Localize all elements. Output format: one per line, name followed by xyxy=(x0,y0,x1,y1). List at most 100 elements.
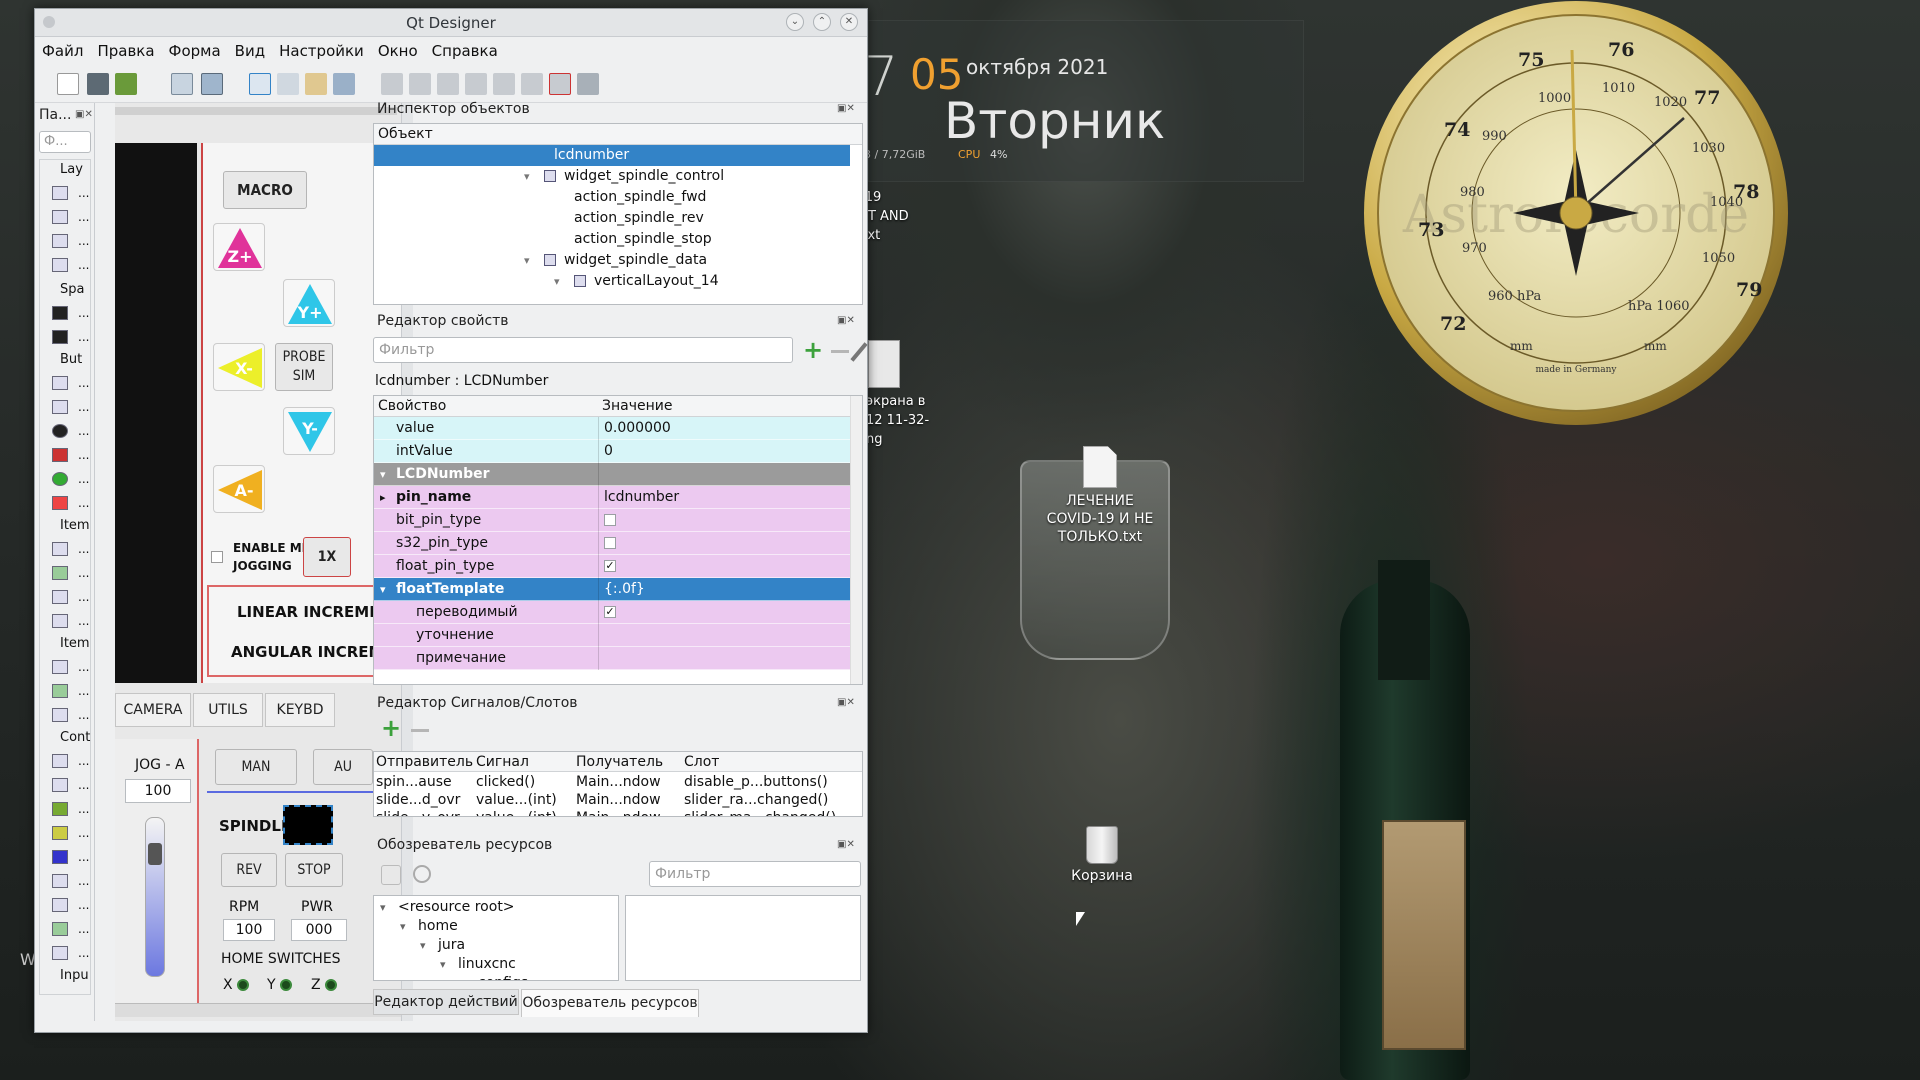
mdi-area-icon[interactable] xyxy=(52,922,68,936)
menu-settings[interactable]: Настройки xyxy=(272,38,371,60)
desktop-trash[interactable]: Корзина xyxy=(1027,826,1177,884)
add-connection-icon[interactable]: + xyxy=(381,716,401,740)
edit-tab-order-icon[interactable] xyxy=(333,73,355,95)
widget-box-list[interactable]: Lay ... ... ... ... Spa ... ... But ... … xyxy=(39,159,91,995)
property-row[interactable]: уточнение xyxy=(374,624,850,647)
property-row[interactable]: примечание xyxy=(374,647,850,670)
property-value[interactable]: 0.000000 xyxy=(604,417,671,440)
vertical-spacer-icon[interactable] xyxy=(52,330,68,344)
collapsed-arrow-icon[interactable]: ▸ xyxy=(380,486,386,509)
vertical-layout-icon[interactable] xyxy=(52,186,68,200)
configure-property-icon[interactable] xyxy=(850,342,868,362)
section-input-widgets[interactable]: Inpu xyxy=(60,968,89,983)
object-tree-row[interactable]: lcdnumber xyxy=(374,145,850,166)
property-row[interactable]: value 0.000000 xyxy=(374,417,850,440)
form-hscrollbar[interactable] xyxy=(115,1003,401,1017)
menu-form[interactable]: Форма xyxy=(162,38,228,60)
auto-mode-button[interactable]: AU xyxy=(313,749,373,785)
adjust-size-icon[interactable] xyxy=(577,73,599,95)
object-inspector-tree[interactable]: Объект lcdnumber ▾ widget_spindle_control a… xyxy=(373,123,863,305)
resource-tree-row[interactable]: ▾ <resource root> xyxy=(374,898,604,917)
resource-tree-row[interactable]: ▾ jura xyxy=(374,936,604,955)
property-vscrollbar[interactable] xyxy=(850,396,862,684)
probe-sim-button[interactable]: PROBE SIM xyxy=(275,343,333,391)
menu-file[interactable]: Файл xyxy=(35,38,90,60)
col-property[interactable]: Свойство xyxy=(378,396,446,417)
push-button-icon[interactable] xyxy=(52,376,68,390)
tab-resource-browser[interactable]: Обозреватель ресурсов xyxy=(521,989,699,1017)
jog-rate-slider[interactable] xyxy=(145,817,165,977)
z-plus-button[interactable]: Z+ xyxy=(213,223,265,271)
expand-arrow-icon[interactable]: ▾ xyxy=(554,271,560,292)
expand-arrow-icon[interactable]: ▾ xyxy=(440,955,446,974)
col-receiver[interactable]: Получатель xyxy=(576,752,663,772)
lcdnumber-widget[interactable] xyxy=(283,805,333,845)
property-row[interactable]: float_pin_type ✓ xyxy=(374,555,850,578)
edit-resources-icon[interactable] xyxy=(381,865,401,885)
bring-to-front-icon[interactable] xyxy=(171,73,193,95)
enable-mpg-checkbox[interactable] xyxy=(211,551,223,563)
layout-form-icon[interactable] xyxy=(521,73,543,95)
object-tree-row[interactable]: action_spindle_stop xyxy=(374,229,850,250)
grid-layout-icon[interactable] xyxy=(52,234,68,248)
tool-button-icon[interactable] xyxy=(52,400,68,414)
group-box-icon[interactable] xyxy=(52,754,68,768)
layout-grid-icon[interactable] xyxy=(493,73,515,95)
tool-box-icon[interactable] xyxy=(52,802,68,816)
expand-arrow-icon[interactable]: ▾ xyxy=(420,936,426,955)
desktop-file-covid[interactable]: ЛЕЧЕНИЕ COVID-19 И НЕ ТОЛЬКО.txt xyxy=(1025,446,1175,546)
list-widget-icon[interactable] xyxy=(52,660,68,674)
menu-edit[interactable]: Правка xyxy=(90,38,161,60)
object-tree-row[interactable]: ▾ widget_spindle_control xyxy=(374,166,850,187)
maximize-button[interactable]: ⌃ xyxy=(813,13,831,31)
property-value[interactable]: 0 xyxy=(604,440,613,463)
spindle-stop-button[interactable]: STOP xyxy=(285,853,343,887)
open-file-icon[interactable] xyxy=(87,73,109,95)
edit-signals-icon[interactable] xyxy=(277,73,299,95)
layout-vertical-icon[interactable] xyxy=(409,73,431,95)
dock-widget-icon[interactable] xyxy=(52,946,68,960)
send-to-back-icon[interactable] xyxy=(201,73,223,95)
frame-icon[interactable] xyxy=(52,874,68,888)
menu-view[interactable]: Вид xyxy=(228,38,272,60)
break-layout-icon[interactable] xyxy=(549,73,571,95)
tree-view-icon[interactable] xyxy=(52,566,68,580)
object-tree-row[interactable]: ▾ verticalLayout_14 xyxy=(374,271,850,292)
resource-tree-row[interactable]: ▾ configs xyxy=(374,974,604,980)
tree-widget-icon[interactable] xyxy=(52,684,68,698)
resource-files-list[interactable] xyxy=(625,895,861,981)
tab-utils[interactable]: UTILS xyxy=(193,693,263,727)
jog-slider-handle[interactable] xyxy=(148,843,162,865)
tab-keybd[interactable]: KEYBD xyxy=(265,693,335,727)
menu-window[interactable]: Окно xyxy=(371,38,425,60)
property-checkbox[interactable]: ✓ xyxy=(604,606,616,618)
form-layout-icon[interactable] xyxy=(52,258,68,272)
property-row[interactable]: s32_pin_type xyxy=(374,532,850,555)
property-value[interactable]: {:.0f} xyxy=(604,578,645,601)
table-view-icon[interactable] xyxy=(52,590,68,604)
object-tree-row[interactable]: action_spindle_fwd xyxy=(374,187,850,208)
save-file-icon[interactable] xyxy=(115,73,137,95)
horizontal-layout-icon[interactable] xyxy=(52,210,68,224)
connection-row[interactable]: slide...d_ovr value...(int) Main...ndow sli… xyxy=(374,791,850,809)
property-table[interactable]: Свойство Значение value 0.000000 intValue 0… xyxy=(373,395,863,685)
property-row[interactable]: bit_pin_type xyxy=(374,509,850,532)
property-checkbox[interactable] xyxy=(604,514,616,526)
property-checkbox[interactable]: ✓ xyxy=(604,560,616,572)
object-inspector-float-close[interactable]: ▣✕ xyxy=(837,103,855,114)
property-row[interactable]: ▾ LCDNumber xyxy=(374,463,850,486)
y-plus-button[interactable]: Y+ xyxy=(283,279,335,327)
scroll-area-icon[interactable] xyxy=(52,778,68,792)
a-minus-button[interactable]: A- xyxy=(213,465,265,513)
section-layouts[interactable]: Lay xyxy=(60,162,83,177)
section-item-widgets[interactable]: Item xyxy=(60,636,90,651)
widget-icon[interactable] xyxy=(52,898,68,912)
widget-box-float-close[interactable]: ▣✕ xyxy=(75,109,93,120)
expand-arrow-icon[interactable]: ▾ xyxy=(524,250,530,271)
y-minus-button[interactable]: Y- xyxy=(283,407,335,455)
property-filter-input[interactable]: Фильтр xyxy=(373,337,793,363)
tab-camera[interactable]: CAMERA xyxy=(115,693,191,727)
layout-h-splitter-icon[interactable] xyxy=(437,73,459,95)
col-slot[interactable]: Слот xyxy=(684,752,719,772)
remove-connection-icon[interactable] xyxy=(411,729,429,732)
